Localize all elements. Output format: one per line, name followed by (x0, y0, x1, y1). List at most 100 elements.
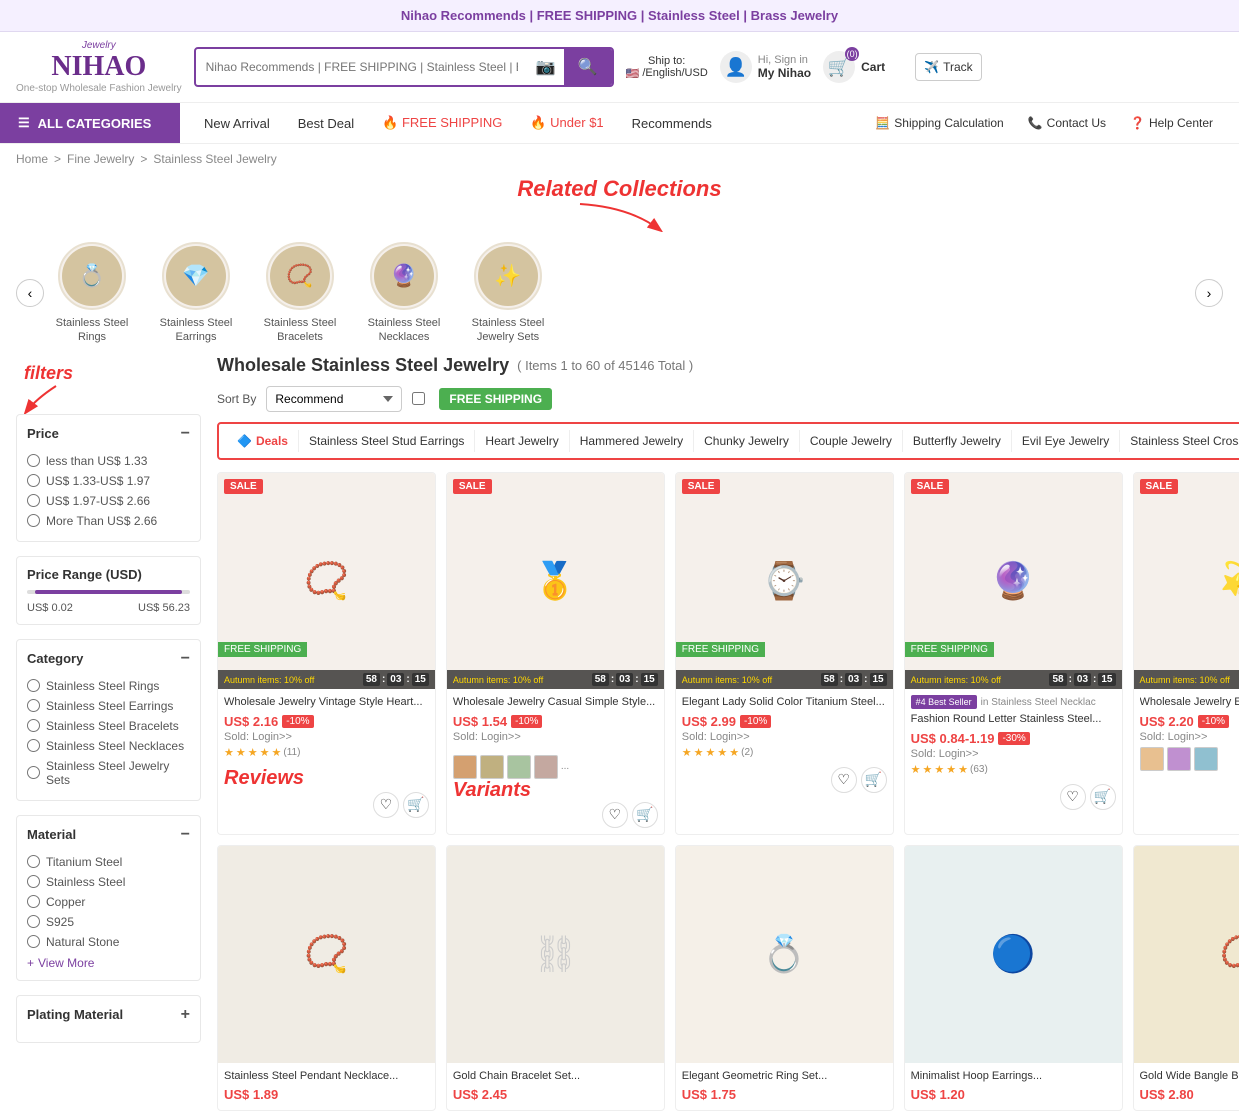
all-categories-button[interactable]: ☰ ALL CATEGORIES (0, 103, 180, 143)
wishlist-button-3[interactable]: ♡ (831, 767, 857, 793)
filter-tag-deals[interactable]: 🔷 Deals (227, 430, 299, 452)
plating-toggle[interactable]: + (181, 1006, 190, 1024)
filter-tag-chunky[interactable]: Chunky Jewelry (694, 430, 800, 452)
product-card-8[interactable]: 💍 Elegant Geometric Ring Set... US$ 1.75 (675, 845, 894, 1111)
sidebar-mat-copper[interactable]: Copper (27, 892, 190, 912)
sidebar-plating-section: Plating Material + (16, 995, 201, 1043)
search-input[interactable] (196, 52, 528, 82)
search-bar[interactable]: 📷 🔍 (194, 47, 614, 87)
product-card-7[interactable]: ⛓ Gold Chain Bracelet Set... US$ 2.45 (446, 845, 665, 1111)
cat-radio-rings[interactable] (27, 679, 40, 692)
cat-radio-bracelets[interactable] (27, 719, 40, 732)
product-card-1[interactable]: 📿 SALE FREE SHIPPING Autumn items: 10% o… (217, 472, 436, 835)
sidebar-mat-s925[interactable]: S925 (27, 912, 190, 932)
collection-item-earrings[interactable]: 💎 Stainless Steel Earrings (156, 242, 236, 345)
filter-tag-hammered[interactable]: Hammered Jewelry (570, 430, 694, 452)
cat-bracelets-label: Stainless Steel Bracelets (46, 719, 179, 733)
sort-select[interactable]: Recommend Newest Price: Low to High (266, 386, 402, 412)
view-more-link[interactable]: + View More (27, 956, 190, 970)
nav-recommends[interactable]: Recommends (618, 104, 726, 143)
collections-prev-button[interactable]: ‹ (16, 279, 44, 307)
breadcrumb-fine-jewelry[interactable]: Fine Jewelry (67, 152, 134, 166)
product-price-row-8: US$ 1.75 (682, 1087, 887, 1102)
mat-radio-copper[interactable] (27, 895, 40, 908)
filter-tag-stud-earrings[interactable]: Stainless Steel Stud Earrings (299, 430, 475, 452)
free-ship-checkbox[interactable] (412, 392, 425, 405)
filter-tag-couple[interactable]: Couple Jewelry (800, 430, 903, 452)
cat-radio-sets[interactable] (27, 766, 40, 779)
help-center-link[interactable]: ❓ Help Center (1120, 104, 1223, 142)
sidebar-price-opt-3[interactable]: US$ 1.97-US$ 2.66 (27, 491, 190, 511)
sidebar-cat-sets[interactable]: Stainless Steel Jewelry Sets (27, 756, 190, 790)
wishlist-button-2[interactable]: ♡ (602, 802, 628, 828)
sidebar-price-opt-2[interactable]: US$ 1.33-US$ 1.97 (27, 471, 190, 491)
nav-under-one[interactable]: 🔥 Under $1 (516, 103, 617, 143)
filter-tag-evil-eye[interactable]: Evil Eye Jewelry (1012, 430, 1120, 452)
wishlist-button-4[interactable]: ♡ (1060, 784, 1086, 810)
cart-add-button-2[interactable]: 🛒 (632, 802, 658, 828)
nav-free-shipping[interactable]: 🔥 FREE SHIPPING (368, 103, 516, 143)
sidebar-mat-naturalstone[interactable]: Natural Stone (27, 932, 190, 952)
sidebar-cat-earrings[interactable]: Stainless Steel Earrings (27, 696, 190, 716)
wishlist-button-1[interactable]: ♡ (373, 792, 399, 818)
product-card-3[interactable]: ⌚ SALE FREE SHIPPING Autumn items: 10% o… (675, 472, 894, 835)
price-radio-1[interactable] (27, 454, 40, 467)
mat-stainless-label: Stainless Steel (46, 875, 125, 889)
product-card-4[interactable]: 🔮 SALE FREE SHIPPING Autumn items: 10% o… (904, 472, 1123, 835)
user-menu[interactable]: 👤 Hi, Sign in My Nihao (720, 51, 811, 83)
logo[interactable]: Jewelry NIHAO One-stop Wholesale Fashion… (16, 40, 182, 94)
sidebar-cat-rings[interactable]: Stainless Steel Rings (27, 676, 190, 696)
mat-radio-s925[interactable] (27, 915, 40, 928)
cart-button[interactable]: 🛒 (0) Cart (823, 51, 903, 83)
mat-radio-naturalstone[interactable] (27, 935, 40, 948)
collections-next-button[interactable]: › (1195, 279, 1223, 307)
sidebar-cat-bracelets[interactable]: Stainless Steel Bracelets (27, 716, 190, 736)
collection-item-rings[interactable]: 💍 Stainless Steel Rings (52, 242, 132, 345)
timer-seg-3-s: 15 (870, 673, 887, 686)
price-radio-3[interactable] (27, 494, 40, 507)
price-radio-4[interactable] (27, 514, 40, 527)
search-button[interactable]: 🔍 (564, 49, 612, 85)
product-card-10[interactable]: 📿 Gold Wide Bangle Bracelet... US$ 2.80 (1133, 845, 1239, 1111)
product-name-3: Elegant Lady Solid Color Titanium Steel.… (682, 695, 887, 709)
collection-item-sets[interactable]: ✨ Stainless Steel Jewelry Sets (468, 242, 548, 345)
filter-tag-cross[interactable]: Stainless Steel Cross Necklace (1120, 430, 1239, 452)
product-card-2[interactable]: 🥇 SALE Autumn items: 10% off 58 : 03 : 1… (446, 472, 665, 835)
sidebar-price-opt-4[interactable]: More Than US$ 2.66 (27, 511, 190, 531)
shipping-calc-link[interactable]: 🧮 Shipping Calculation (865, 104, 1013, 142)
price-range-title-text: Price Range (USD) (27, 567, 142, 582)
mat-radio-stainless[interactable] (27, 875, 40, 888)
sidebar-mat-stainless[interactable]: Stainless Steel (27, 872, 190, 892)
filter-tag-butterfly[interactable]: Butterfly Jewelry (903, 430, 1012, 452)
product-card-9[interactable]: 🔵 Minimalist Hoop Earrings... US$ 1.20 (904, 845, 1123, 1111)
cat-radio-earrings[interactable] (27, 699, 40, 712)
nav-new-arrival[interactable]: New Arrival (190, 104, 284, 143)
cat-radio-necklaces[interactable] (27, 739, 40, 752)
price-radio-2[interactable] (27, 474, 40, 487)
sidebar-cat-necklaces[interactable]: Stainless Steel Necklaces (27, 736, 190, 756)
deals-diamond-icon: 🔷 (237, 434, 252, 448)
product-card-6[interactable]: 📿 Stainless Steel Pendant Necklace... US… (217, 845, 436, 1111)
price-toggle[interactable]: − (181, 425, 190, 443)
collection-item-necklaces[interactable]: 🔮 Stainless Steel Necklaces (364, 242, 444, 345)
category-toggle[interactable]: − (181, 650, 190, 668)
track-button[interactable]: ✈️ Track (915, 53, 982, 81)
mat-radio-titanium[interactable] (27, 855, 40, 868)
cart-add-button-4[interactable]: 🛒 (1090, 784, 1116, 810)
material-toggle[interactable]: − (181, 826, 190, 844)
nav-best-deal[interactable]: Best Deal (284, 104, 368, 143)
sidebar-price-opt-1[interactable]: less than US$ 1.33 (27, 451, 190, 471)
timer-banner-4: Autumn items: 10% off 58 : 03 : 15 (905, 670, 1122, 689)
sidebar-mat-titanium[interactable]: Titanium Steel (27, 852, 190, 872)
product-card-5[interactable]: 💫 SALE Autumn items: 10% off 58 : 03 : 1… (1133, 472, 1239, 835)
contact-us-link[interactable]: 📞 Contact Us (1018, 104, 1116, 142)
camera-search-button[interactable]: 📷 (528, 51, 564, 83)
breadcrumb-home[interactable]: Home (16, 152, 48, 166)
filter-tag-heart[interactable]: Heart Jewelry (475, 430, 569, 452)
cart-label: Cart (861, 60, 885, 74)
collection-item-bracelets[interactable]: 📿 Stainless Steel Bracelets (260, 242, 340, 345)
price-range-bar[interactable] (27, 590, 190, 594)
cart-add-button-1[interactable]: 🛒 (403, 792, 429, 818)
cart-add-button-3[interactable]: 🛒 (861, 767, 887, 793)
collection-img-sets: ✨ (474, 242, 542, 310)
